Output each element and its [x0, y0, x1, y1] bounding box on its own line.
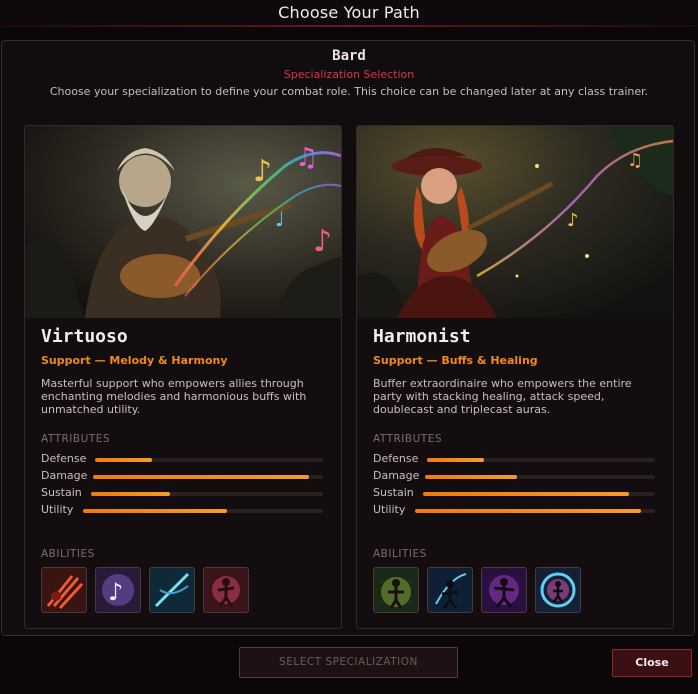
stat-track [91, 492, 323, 496]
blue-sword-ability-icon[interactable] [149, 567, 195, 613]
harmonist-portrait: ♪ ♫ [357, 126, 673, 318]
page-description: Choose your specialization to define you… [49, 85, 649, 98]
spec-role: Support — Buffs & Healing [373, 354, 538, 367]
close-button[interactable]: Close [612, 649, 692, 677]
stat-label: Utility [41, 503, 74, 516]
stat-track [93, 475, 323, 479]
spec-role: Support — Melody & Harmony [41, 354, 228, 367]
virtuoso-portrait: ♪ ♫ ♪ ♩ [25, 126, 341, 318]
stat-bar-fill [423, 492, 630, 496]
red-dancer-ability-icon[interactable] [203, 567, 249, 613]
stat-label: Defense [41, 452, 87, 465]
title-divider [0, 25, 698, 27]
red-slash-ability-icon[interactable] [41, 567, 87, 613]
purple-dancer-ability-icon[interactable] [481, 567, 527, 613]
stat-track [423, 492, 655, 496]
purple-music-note-ability-icon[interactable]: ♪ [95, 567, 141, 613]
stat-label: Utility [373, 503, 406, 516]
stat-sustain: Sustain [41, 486, 323, 500]
spec-name: Virtuoso [41, 326, 128, 347]
svg-text:♪: ♪ [313, 224, 332, 259]
svg-text:♩: ♩ [275, 207, 284, 231]
stat-track [425, 475, 655, 479]
stat-utility: Utility [41, 503, 323, 517]
abilities-row: ♪ [41, 567, 249, 615]
stat-bar-fill [415, 509, 641, 513]
stat-label: Damage [41, 469, 88, 482]
abilities-row [373, 567, 581, 615]
stat-track [427, 458, 655, 462]
stat-damage: Damage [41, 469, 323, 483]
stat-bar-fill [95, 458, 152, 462]
select-specialization-button[interactable]: SELECT SPECIALIZATION [239, 647, 458, 678]
title-bar: Choose Your Path [0, 0, 698, 27]
stat-bar-fill [83, 509, 227, 513]
class-name: Bard [332, 48, 366, 64]
attributes-heading: ATTRIBUTES [373, 433, 443, 445]
stat-bar-fill [91, 492, 170, 496]
stat-damage: Damage [373, 469, 655, 483]
stat-track [83, 509, 323, 513]
spec-description: Masterful support who empowers allies th… [41, 377, 307, 416]
stat-bar-fill [425, 475, 517, 479]
page-subtitle: Specialization Selection [283, 68, 415, 81]
svg-text:♪: ♪ [253, 154, 272, 189]
spec-name: Harmonist [373, 326, 471, 347]
blue-bard-ability-icon[interactable] [427, 567, 473, 613]
stat-defense: Defense [373, 452, 655, 466]
stat-label: Sustain [373, 486, 414, 499]
svg-text:♪: ♪ [108, 578, 123, 606]
cyan-ring-ability-icon[interactable] [535, 567, 581, 613]
stat-utility: Utility [373, 503, 655, 517]
abilities-heading: ABILITIES [373, 548, 427, 560]
window-title: Choose Your Path [278, 3, 420, 22]
green-aura-ability-icon[interactable] [373, 567, 419, 613]
svg-text:♫: ♫ [295, 143, 318, 173]
stat-bar-fill [427, 458, 484, 462]
stat-bar-fill [93, 475, 310, 479]
attributes-heading: ATTRIBUTES [41, 433, 111, 445]
svg-text:♪: ♪ [567, 210, 579, 231]
svg-text:♫: ♫ [627, 150, 643, 171]
stat-track [415, 509, 655, 513]
stat-label: Defense [373, 452, 419, 465]
spec-description: Buffer extraordinaire who empowers the e… [373, 377, 632, 416]
abilities-heading: ABILITIES [41, 548, 95, 560]
stat-sustain: Sustain [373, 486, 655, 500]
spec-card-virtuoso[interactable]: ♪ ♫ ♪ ♩ Virtuoso Support — Melody & Harm… [24, 125, 342, 629]
stat-track [95, 458, 323, 462]
stat-label: Sustain [41, 486, 82, 499]
stat-label: Damage [373, 469, 420, 482]
spec-card-harmonist[interactable]: ♪ ♫ Harmonist Support — Buffs & Healing … [356, 125, 674, 629]
stat-defense: Defense [41, 452, 323, 466]
